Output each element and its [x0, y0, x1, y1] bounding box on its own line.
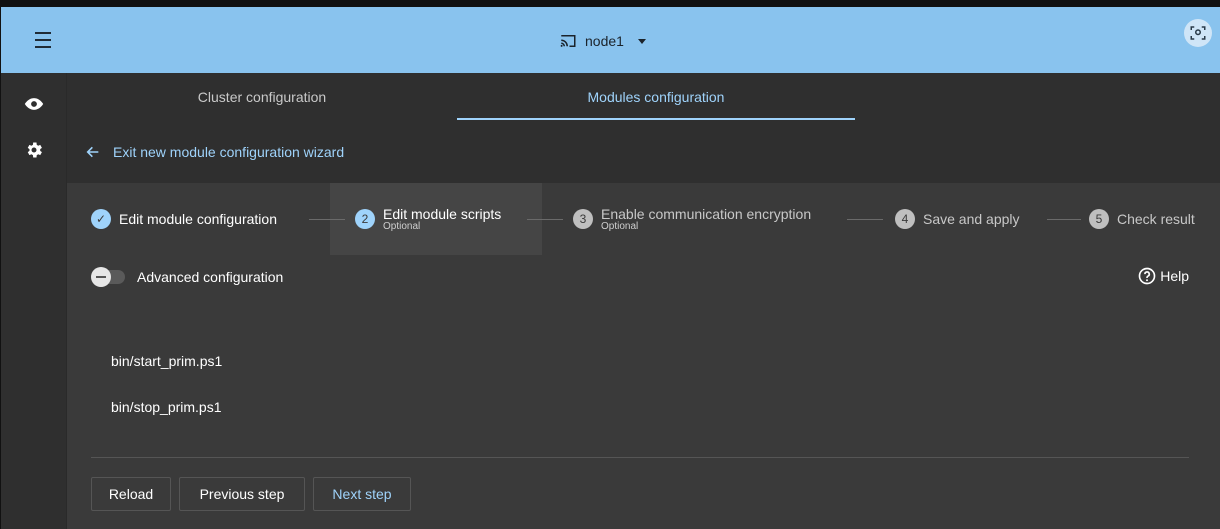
script-item[interactable]: bin/stop_prim.ps1	[111, 399, 222, 415]
step-edit-module-scripts[interactable]: 2 Edit module scripts Optional	[355, 183, 501, 255]
question-circle-icon	[1138, 267, 1156, 285]
step-enable-communication-encryption[interactable]: 3 Enable communication encryption Option…	[573, 183, 811, 255]
help-label: Help	[1160, 268, 1189, 284]
step-optional-label: Optional	[383, 220, 421, 232]
step-label: Check result	[1117, 210, 1195, 227]
advanced-configuration-label: Advanced configuration	[137, 269, 284, 285]
reload-button[interactable]: Reload	[91, 477, 171, 511]
step-connector	[1047, 219, 1081, 220]
node-label: node1	[585, 33, 624, 49]
step-label: Edit module scripts	[383, 205, 502, 222]
step-check-result[interactable]: 5 Check result	[1089, 183, 1195, 255]
arrow-left-icon	[86, 146, 99, 158]
step-label: Edit module configuration	[119, 210, 277, 227]
step-edit-module-configuration[interactable]: ✓ Edit module configuration	[91, 183, 277, 255]
gear-icon[interactable]	[23, 139, 45, 161]
step-connector	[527, 219, 563, 220]
next-step-button[interactable]: Next step	[313, 477, 411, 511]
script-item[interactable]: bin/start_prim.ps1	[111, 353, 222, 369]
previous-step-button[interactable]: Previous step	[179, 477, 305, 511]
divider	[91, 457, 1189, 458]
exit-wizard-label: Exit new module configuration wizard	[113, 144, 345, 160]
node-selector[interactable]: node1	[559, 29, 646, 53]
exit-wizard-link[interactable]: Exit new module configuration wizard	[67, 121, 1220, 183]
step-optional-label: Optional	[601, 220, 639, 232]
cast-icon	[560, 35, 576, 47]
active-tab-indicator	[457, 118, 855, 120]
hamburger-menu-icon[interactable]	[35, 32, 57, 48]
tab-modules-configuration[interactable]: Modules configuration	[457, 73, 855, 121]
help-button[interactable]: Help	[1138, 267, 1189, 285]
step-save-and-apply[interactable]: 4 Save and apply	[895, 183, 1020, 255]
top-app-bar: node1	[1, 1, 1220, 73]
main-content: Cluster configuration Modules configurat…	[67, 73, 1220, 529]
tab-bar: Cluster configuration Modules configurat…	[67, 73, 1220, 121]
check-icon: ✓	[91, 209, 111, 229]
step-number: 4	[895, 209, 915, 229]
chevron-down-icon	[637, 38, 646, 44]
step-label: Save and apply	[923, 210, 1020, 227]
step-connector	[309, 219, 345, 220]
toggle-switch[interactable]	[91, 267, 125, 287]
side-rail	[1, 73, 67, 529]
step-label: Enable communication encryption	[601, 205, 812, 222]
tab-cluster-configuration[interactable]: Cluster configuration	[67, 73, 457, 121]
step-connector	[847, 219, 883, 220]
wizard-stepper: ✓ Edit module configuration 2 Edit modul…	[67, 183, 1220, 255]
step-number: 3	[573, 209, 593, 229]
step-number: 2	[355, 209, 375, 229]
app-window: node1 Cluster configuration Modules conf…	[0, 0, 1220, 529]
advanced-configuration-toggle[interactable]: Advanced configuration	[91, 267, 284, 287]
eye-icon[interactable]	[23, 93, 45, 115]
face-scan-icon[interactable]	[1184, 19, 1212, 47]
step-number: 5	[1089, 209, 1109, 229]
